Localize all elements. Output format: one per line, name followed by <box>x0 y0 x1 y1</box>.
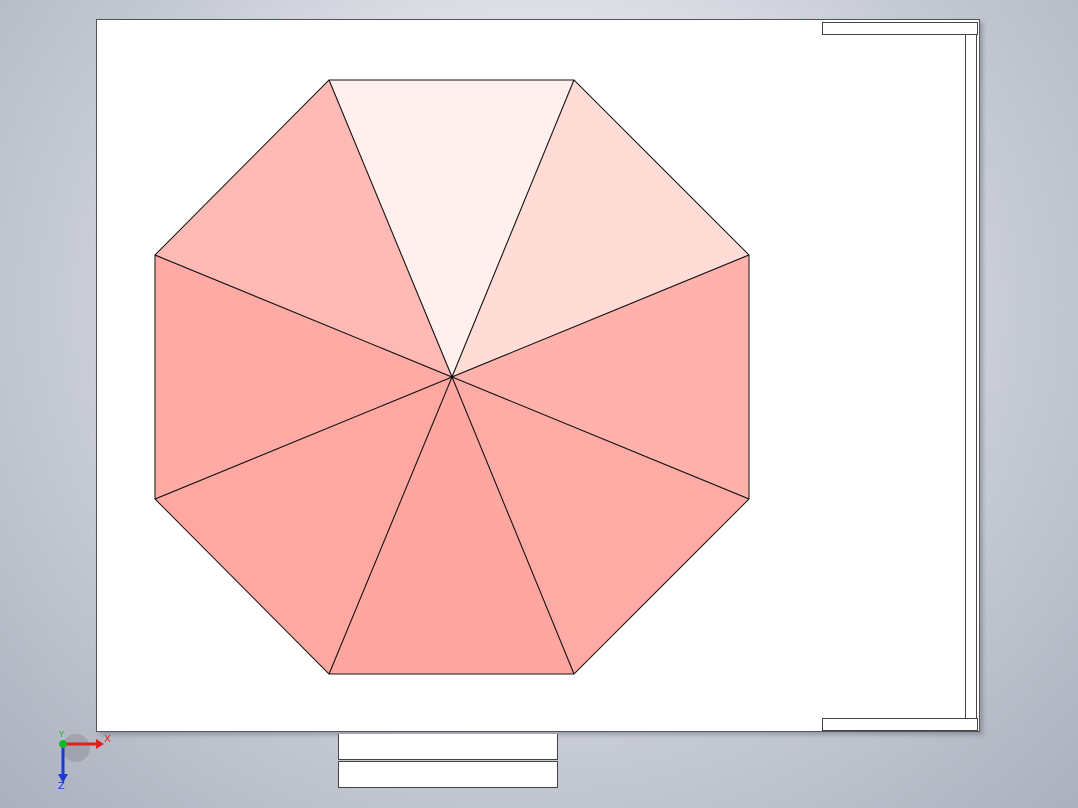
z-axis-label: Z <box>58 781 65 792</box>
x-axis-label: X <box>104 734 111 745</box>
y-axis-label: Y <box>59 730 64 739</box>
graphics-viewport[interactable]: X Y Z <box>0 0 1078 808</box>
coordinate-triad: X Y Z <box>48 728 118 798</box>
octagon-model[interactable] <box>0 0 1078 808</box>
x-axis-arrow <box>96 739 104 749</box>
y-axis-dot <box>59 740 67 748</box>
